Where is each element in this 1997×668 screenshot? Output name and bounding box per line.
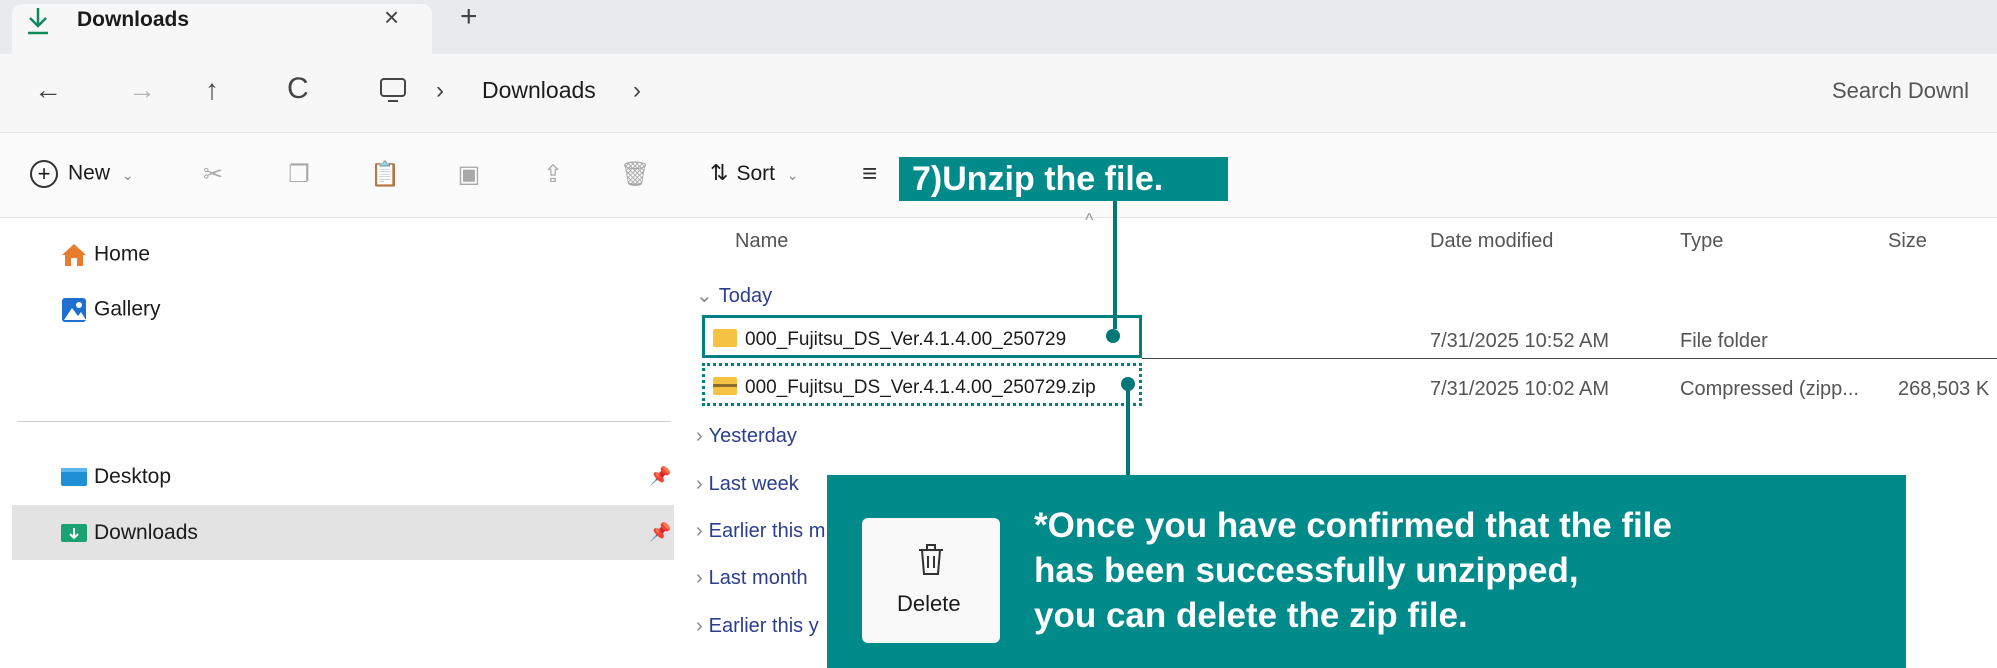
breadcrumb-separator[interactable]: ›	[633, 77, 641, 105]
this-pc-icon[interactable]	[378, 76, 408, 104]
close-icon[interactable]: ×	[384, 2, 399, 33]
group-label: Earlier this m	[708, 520, 826, 542]
chevron-right-icon: ›	[696, 473, 703, 495]
new-button[interactable]: + New ⌄	[30, 160, 134, 188]
group-label: Earlier this y	[708, 615, 819, 637]
callout-connector	[1126, 386, 1130, 475]
context-menu	[862, 518, 1000, 643]
note-text: *Once you have confirmed that the file h…	[1034, 503, 1672, 638]
zip-folder-icon	[713, 377, 737, 395]
new-tab-button[interactable]: +	[460, 0, 478, 34]
pin-icon[interactable]: 📌	[649, 466, 671, 487]
group-label: Last month	[708, 567, 808, 589]
download-icon	[28, 8, 48, 35]
chevron-down-icon: ⌄	[121, 166, 134, 183]
column-header-size[interactable]: Size	[1888, 230, 1927, 253]
group-label: Today	[718, 285, 773, 307]
sidebar-item-home[interactable]: Home	[60, 242, 150, 268]
chevron-right-icon: ›	[696, 425, 703, 447]
new-label: New	[68, 161, 111, 185]
sidebar-item-label: Downloads	[94, 521, 198, 544]
view-options-icon[interactable]: ≡	[862, 158, 877, 189]
sidebar-item-label: Home	[94, 242, 151, 266]
trash-icon[interactable]	[915, 543, 947, 577]
downloads-folder-icon	[61, 524, 87, 543]
group-earlier-this-year[interactable]: › Earlier this y	[696, 615, 819, 638]
plus-icon: +	[30, 160, 58, 188]
group-last-week[interactable]: › Last week	[696, 473, 799, 496]
desktop-folder-icon	[61, 468, 87, 487]
sort-icon: ⇅	[710, 160, 729, 185]
chevron-down-icon: ⌄	[696, 285, 713, 307]
row-divider	[1142, 358, 1997, 359]
sidebar-item-desktop[interactable]: Desktop	[60, 465, 171, 489]
group-last-month[interactable]: › Last month	[696, 567, 808, 590]
gallery-icon	[62, 298, 86, 322]
chevron-right-icon: ›	[696, 520, 703, 542]
pin-icon[interactable]: 📌	[649, 522, 671, 543]
tab-downloads[interactable]	[12, 4, 432, 54]
sidebar-item-downloads[interactable]: Downloads	[60, 521, 198, 545]
sidebar-divider	[17, 421, 671, 422]
note-line: *Once you have confirmed that the file	[1034, 506, 1672, 545]
breadcrumb-downloads[interactable]: Downloads	[482, 77, 596, 104]
tab-title: Downloads	[77, 8, 190, 31]
breadcrumb-separator[interactable]: ›	[436, 77, 444, 105]
chevron-down-icon: ⌄	[786, 167, 799, 183]
sort-label: Sort	[736, 162, 775, 185]
column-header-date[interactable]: Date modified	[1430, 230, 1553, 253]
home-icon	[62, 244, 86, 266]
up-button[interactable]: ↑	[205, 74, 219, 106]
file-type: Compressed (zipp...	[1680, 378, 1859, 400]
search-input[interactable]: Search Downl	[1832, 78, 1969, 104]
sort-button[interactable]: ⇅ Sort ⌄	[710, 160, 799, 186]
forward-button[interactable]: →	[128, 74, 156, 106]
column-header-type[interactable]: Type	[1680, 230, 1723, 253]
group-label: Last week	[708, 473, 799, 495]
sidebar-item-label: Desktop	[94, 465, 172, 488]
paste-icon[interactable]: 📋	[370, 160, 400, 190]
callout-connector	[1113, 201, 1117, 329]
file-type: File folder	[1680, 330, 1768, 352]
refresh-button[interactable]: C	[287, 72, 309, 106]
file-name[interactable]: 000_Fujitsu_DS_Ver.4.1.4.00_250729	[745, 329, 1066, 351]
group-yesterday[interactable]: › Yesterday	[696, 425, 797, 448]
delete-menu-item[interactable]: Delete	[897, 591, 961, 617]
note-line: you can delete the zip file.	[1034, 596, 1468, 635]
chevron-right-icon: ›	[696, 567, 703, 589]
rename-icon[interactable]: ▣	[454, 160, 484, 190]
delete-icon[interactable]: 🗑	[620, 160, 650, 190]
cut-icon[interactable]: ✂	[198, 160, 228, 190]
sidebar-item-gallery[interactable]: Gallery	[60, 296, 161, 324]
group-earlier-this-month[interactable]: › Earlier this m	[696, 520, 825, 543]
group-label: Yesterday	[708, 425, 797, 447]
share-icon[interactable]: ⇪	[538, 160, 568, 190]
sort-arrow-icon: ^	[1085, 210, 1094, 230]
file-date: 7/31/2025 10:02 AM	[1430, 378, 1610, 400]
back-button[interactable]: ←	[34, 74, 62, 106]
file-date: 7/31/2025 10:52 AM	[1430, 330, 1610, 352]
column-header-name[interactable]: Name	[735, 230, 788, 253]
copy-icon[interactable]: ❐	[284, 160, 314, 190]
sidebar-item-label: Gallery	[94, 297, 161, 321]
file-size: 268,503 K	[1898, 378, 1990, 400]
callout-dot	[1106, 329, 1120, 343]
folder-icon	[713, 329, 737, 347]
file-name[interactable]: 000_Fujitsu_DS_Ver.4.1.4.00_250729.zip	[745, 377, 1096, 399]
note-line: has been successfully unzipped,	[1034, 551, 1579, 590]
step-callout: 7)Unzip the file.	[899, 157, 1228, 201]
group-today[interactable]: ⌄ Today	[696, 283, 772, 308]
chevron-right-icon: ›	[696, 615, 703, 637]
